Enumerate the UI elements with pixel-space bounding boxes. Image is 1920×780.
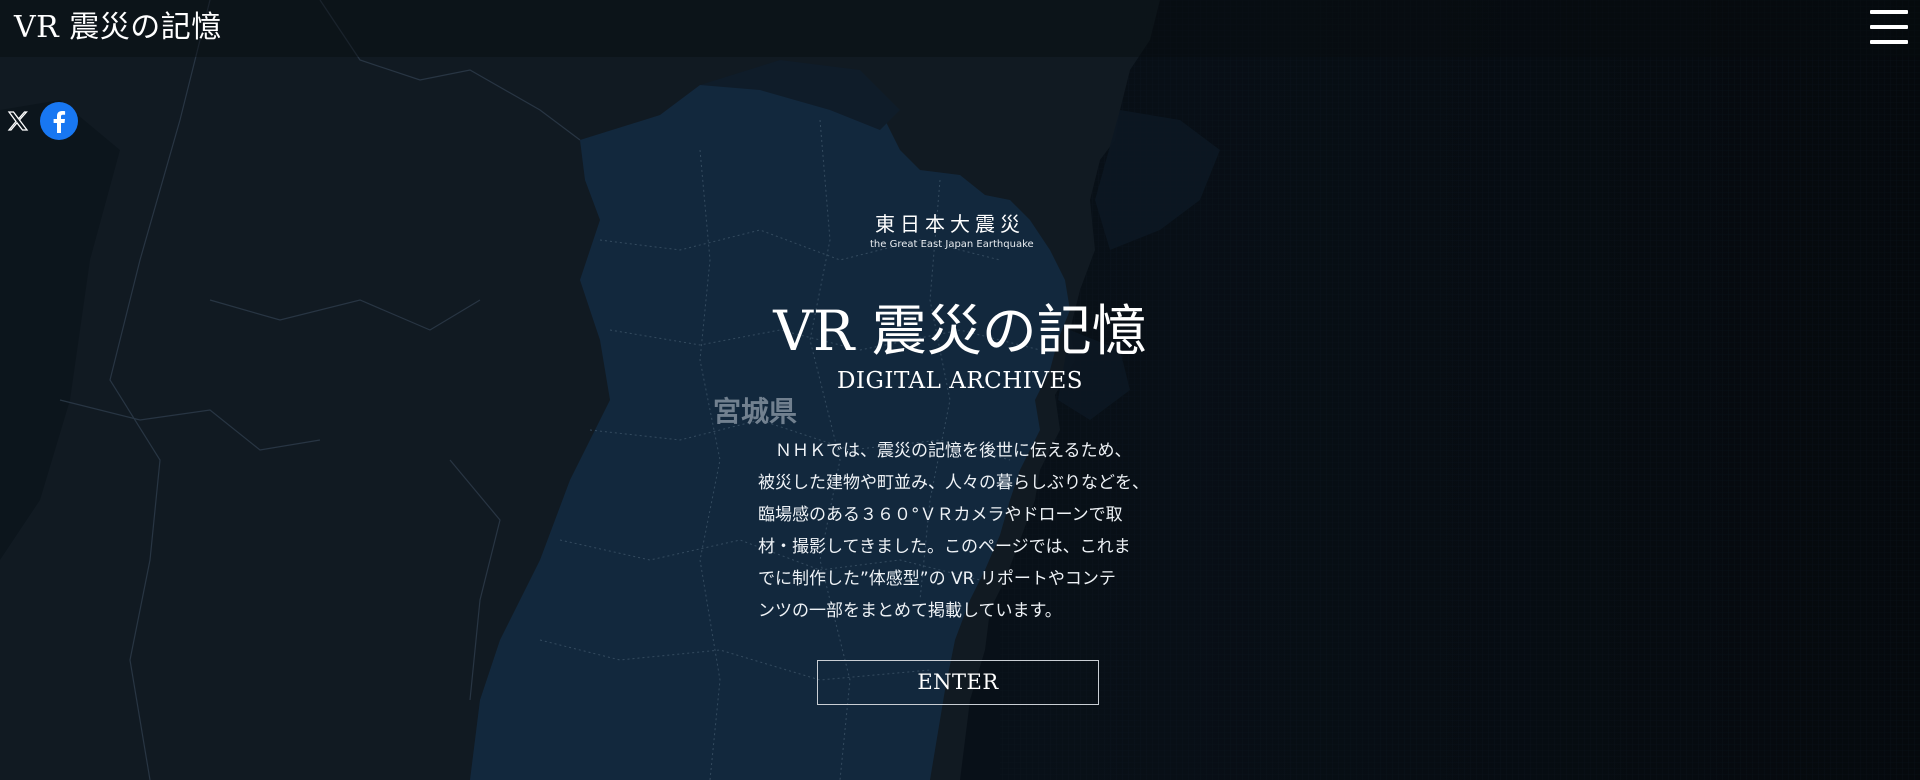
site-title[interactable]: VR 震災の記憶: [14, 8, 222, 48]
earthquake-logo: 東日本大震災 the Great East Japan Earthquake: [870, 210, 1034, 252]
share-buttons: [6, 102, 78, 144]
hamburger-menu-icon[interactable]: [1870, 8, 1908, 48]
earthquake-name-en: the Great East Japan Earthquake: [870, 239, 1034, 250]
description-line: でに制作した”体感型”の VR リポートやコンテ: [758, 569, 1116, 589]
enter-button[interactable]: ENTER: [817, 660, 1099, 705]
description-line: ンツの一部をまとめて掲載しています。: [758, 601, 1062, 621]
description-line: ＮＨＫでは、震災の記憶を後世に伝えるため、: [758, 441, 1132, 461]
facebook-logo-icon[interactable]: [40, 102, 78, 144]
top-bar: VR 震災の記憶: [0, 0, 1920, 57]
description-line: 被災した建物や町並み、人々の暮らしぶりなどを、: [758, 473, 1149, 493]
description-line: 臨場感のある３６０°ＶＲカメラやドローンで取: [758, 505, 1123, 525]
earthquake-name-jp: 東日本大震災: [875, 212, 1025, 236]
x-logo-icon[interactable]: [6, 109, 30, 137]
description: ＮＨＫでは、震災の記憶を後世に伝えるため、 被災した建物や町並み、人々の暮らしぶ…: [758, 435, 1178, 627]
hero-subtitle: DIGITAL ARCHIVES: [836, 368, 1084, 394]
hero-title: VR 震災の記憶: [773, 299, 1147, 363]
description-line: 材・撮影してきました。このページでは、これま: [758, 537, 1131, 557]
